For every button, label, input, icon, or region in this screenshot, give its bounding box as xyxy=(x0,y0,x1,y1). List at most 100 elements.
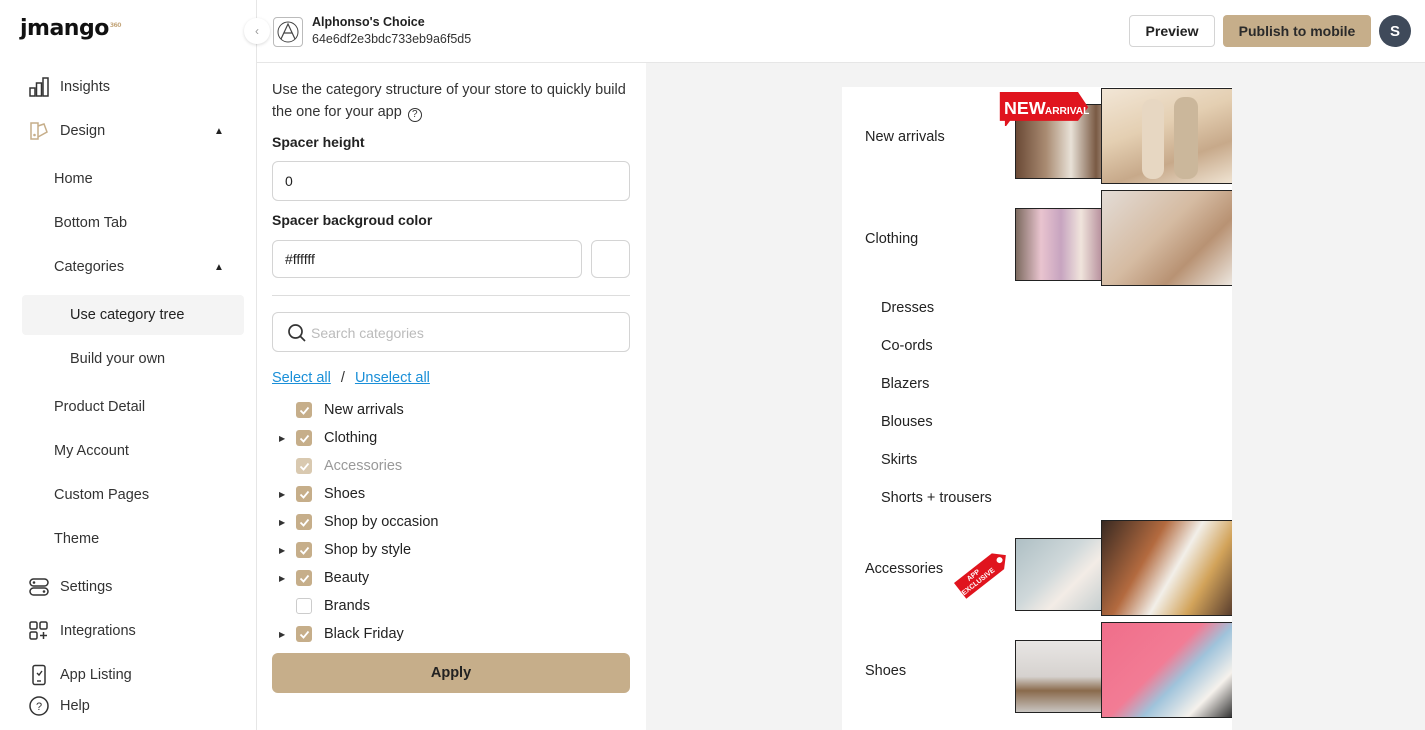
divider xyxy=(272,295,630,296)
category-checkbox[interactable] xyxy=(296,458,312,474)
preview-subcategory[interactable]: Dresses xyxy=(881,300,934,316)
nav-categories-label: Categories xyxy=(54,259,125,275)
new-arrival-tag: NEW ARRIVAL xyxy=(999,92,1090,126)
category-label: Beauty xyxy=(324,570,370,586)
category-checkbox[interactable] xyxy=(296,570,312,586)
category-checkbox[interactable] xyxy=(296,542,312,558)
preview-category-accessories[interactable]: Accessories xyxy=(865,561,943,577)
nav-categories[interactable]: Categories ▲ xyxy=(0,249,257,285)
apply-button[interactable]: Apply xyxy=(272,653,630,693)
category-label: Shoes xyxy=(324,486,366,502)
category-row[interactable]: ▶ Beauty xyxy=(277,564,617,592)
preview-subcategory[interactable]: Co-ords xyxy=(881,338,933,354)
category-row[interactable]: ▶ Shop by style xyxy=(277,536,617,564)
publish-to-mobile-button[interactable]: Publish to mobile xyxy=(1223,15,1371,47)
jmango-logo[interactable]: jmango360 xyxy=(20,16,121,41)
chevron-left-icon: ‹ xyxy=(255,24,259,38)
user-avatar[interactable]: S xyxy=(1379,15,1411,47)
preview-subcategory[interactable]: Blouses xyxy=(881,414,933,430)
category-row[interactable]: Accessories xyxy=(277,452,617,480)
app-exclusive-tag: APP EXCLUSIVE xyxy=(953,553,1006,599)
question-circle-icon[interactable]: ? xyxy=(407,108,422,122)
preview-subcategory[interactable]: Shorts + trousers xyxy=(881,490,992,506)
preview-category-shoes[interactable]: Shoes xyxy=(865,663,906,679)
store-logo xyxy=(273,17,303,47)
nav-build-your-own[interactable]: Build your own xyxy=(22,339,244,379)
preview-subcategory[interactable]: Skirts xyxy=(881,452,917,468)
category-row[interactable]: Brands xyxy=(277,592,617,620)
nav-design-label: Design xyxy=(60,123,106,139)
nav-insights[interactable]: Insights xyxy=(0,69,257,105)
nav-theme[interactable]: Theme xyxy=(0,521,257,557)
expand-arrow-icon[interactable]: ▶ xyxy=(279,490,285,499)
nav-custom-pages[interactable]: Custom Pages xyxy=(0,477,257,513)
settings-icon xyxy=(29,578,49,596)
category-row[interactable]: ▶ Shoes xyxy=(277,480,617,508)
category-label: Brands xyxy=(324,598,370,614)
nav-integrations[interactable]: Integrations xyxy=(0,613,257,649)
category-label: Black Friday xyxy=(324,626,404,642)
preview-subcategory[interactable]: Blazers xyxy=(881,376,929,392)
select-all-link[interactable]: Select all xyxy=(272,370,331,386)
spacer-bg-label: Spacer backgroud color xyxy=(272,212,433,228)
checkmark-icon xyxy=(299,462,309,471)
nav-help-label: Help xyxy=(60,698,90,714)
checkmark-icon xyxy=(299,490,309,499)
nav-integrations-label: Integrations xyxy=(60,623,136,639)
category-checkbox[interactable] xyxy=(296,402,312,418)
category-row[interactable]: ▶ Black Friday xyxy=(277,620,617,648)
unselect-all-link[interactable]: Unselect all xyxy=(355,370,430,386)
nav-home-label: Home xyxy=(54,171,93,187)
spacer-bg-color-input[interactable] xyxy=(272,240,582,278)
category-checkbox[interactable] xyxy=(296,514,312,530)
search-categories-box[interactable] xyxy=(272,312,630,352)
category-label: New arrivals xyxy=(324,402,404,418)
nav-theme-label: Theme xyxy=(54,531,100,547)
store-name: Alphonso's Choice xyxy=(312,15,425,29)
category-checkbox[interactable] xyxy=(296,626,312,642)
preview-category-new-arrivals[interactable]: New arrivals xyxy=(865,129,945,145)
preview-button[interactable]: Preview xyxy=(1129,15,1215,47)
category-row[interactable]: ▶ Clothing xyxy=(277,424,617,452)
preview-image-pink-heels xyxy=(1101,622,1232,718)
category-checkbox[interactable] xyxy=(296,598,312,614)
color-swatch[interactable] xyxy=(591,240,630,278)
nav-product-detail[interactable]: Product Detail xyxy=(0,389,257,425)
expand-arrow-icon[interactable]: ▶ xyxy=(279,574,285,583)
nav-design[interactable]: Design ▲ xyxy=(0,113,257,149)
category-row[interactable]: ▶ Shop by occasion xyxy=(277,508,617,536)
svg-text:?: ? xyxy=(36,701,42,713)
nav-use-category-tree-label: Use category tree xyxy=(70,307,185,323)
nav-use-category-tree[interactable]: Use category tree xyxy=(22,295,244,335)
expand-arrow-icon[interactable]: ▶ xyxy=(279,518,285,527)
category-checkbox[interactable] xyxy=(296,430,312,446)
expand-arrow-icon[interactable]: ▶ xyxy=(279,630,285,639)
nav-my-account-label: My Account xyxy=(54,443,129,459)
sidebar: jmango360 Insights Design ▲ Home Bottom … xyxy=(0,0,257,730)
category-row[interactable]: New arrivals xyxy=(277,396,617,424)
mobile-icon xyxy=(32,664,46,686)
nav-help[interactable]: ? Help xyxy=(0,688,257,724)
preview-image-blazer xyxy=(1101,190,1232,286)
collapse-sidebar-button[interactable]: ‹ xyxy=(244,18,270,44)
category-settings-panel: Use the category structure of your store… xyxy=(257,63,646,730)
nav-bottom-tab-label: Bottom Tab xyxy=(54,215,128,231)
expand-arrow-icon[interactable]: ▶ xyxy=(279,546,285,555)
category-checkbox[interactable] xyxy=(296,486,312,502)
checkmark-icon xyxy=(299,546,309,555)
nav-settings[interactable]: Settings xyxy=(0,569,257,605)
preview-category-clothing[interactable]: Clothing xyxy=(865,231,918,247)
expand-arrow-icon[interactable]: ▶ xyxy=(279,434,285,443)
chevron-up-icon[interactable]: ▲ xyxy=(214,262,224,273)
nav-app-listing-label: App Listing xyxy=(60,667,132,683)
nav-my-account[interactable]: My Account xyxy=(0,433,257,469)
intro-text-content: Use the category structure of your store… xyxy=(272,82,626,120)
nav-home[interactable]: Home xyxy=(0,161,257,197)
nav-bottom-tab[interactable]: Bottom Tab xyxy=(0,205,257,241)
chevron-up-icon[interactable]: ▲ xyxy=(214,126,224,137)
search-categories-input[interactable] xyxy=(311,322,611,344)
new-tag-small: ARRIVAL xyxy=(1045,106,1090,117)
nav-product-detail-label: Product Detail xyxy=(54,399,146,415)
category-label: Shop by style xyxy=(324,542,412,558)
spacer-height-input[interactable] xyxy=(272,161,630,201)
